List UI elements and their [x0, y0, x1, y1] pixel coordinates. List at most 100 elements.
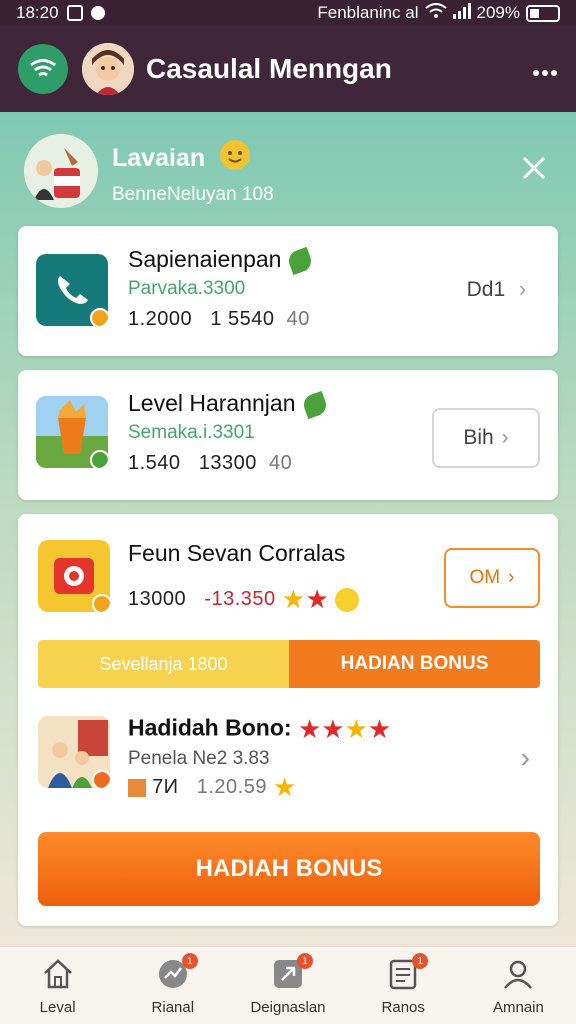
more-dots-icon[interactable] [532, 54, 558, 85]
stat-value: 40 [268, 452, 293, 474]
stat-value: 13000 [128, 587, 187, 610]
app-title: Casaulal Menngan [146, 53, 392, 84]
sync-icon [90, 6, 105, 20]
task-card-2[interactable]: Level Harannjan Semaka.i.3301 1.540 1330… [18, 370, 558, 500]
person-icon [501, 957, 535, 991]
nav-label: Rianal [151, 999, 195, 1016]
nav-item-rianal[interactable]: 1 Rianal [115, 947, 230, 1024]
star-icon: ★ [321, 714, 345, 744]
avatar[interactable] [82, 43, 134, 95]
document-icon: 1 [386, 953, 429, 991]
chevron-right-icon[interactable]: › [521, 742, 530, 774]
status-carrier: Fenblaninc al [317, 3, 419, 22]
profile-header: Lavaian BenneNeluyan 108 [24, 132, 554, 212]
nav-label: Deignaslan [250, 999, 326, 1016]
task-stats: 1.2000 1 5540 40 [128, 308, 310, 331]
battery-icon [526, 4, 560, 22]
nav-label: Amnain [492, 999, 544, 1016]
stat-value: 1.20.59 [196, 775, 267, 798]
coin-icon [335, 587, 360, 612]
progress-bonus-label: HADIAN BONUS [289, 640, 540, 688]
emoji-icon [220, 140, 250, 170]
bonus-subtitle: Penela Ne2 3.83 [128, 748, 270, 769]
bottom-navigation: Leval 1 Rianal 1 Deignaslan 1 Ranos Amna… [0, 946, 576, 1024]
close-icon[interactable] [514, 148, 554, 188]
coin-badge-icon [90, 308, 108, 326]
nav-item-deignaslan[interactable]: 1 Deignaslan [230, 947, 345, 1024]
star-icon: ★ [344, 714, 368, 744]
action-label: Dd1 [466, 278, 506, 301]
task-subtitle: Parvaka.3300 [128, 278, 246, 299]
box-icon [128, 778, 146, 797]
task-title: Sapienaienpan [128, 246, 315, 276]
phone-app-icon [36, 254, 108, 326]
notification-badge: 1 [412, 953, 429, 969]
stat-value: 1 5540 [210, 308, 275, 330]
nav-item-ranos[interactable]: 1 Ranos [346, 947, 461, 1024]
task-action-button[interactable]: ОМ › [444, 548, 540, 608]
action-label: ОМ [469, 567, 501, 588]
home-icon [41, 957, 75, 991]
chevron-right-icon: › [508, 567, 515, 588]
stat-value: 7И [152, 775, 179, 798]
leaf-icon [286, 246, 315, 276]
task-title-text: Sapienaienpan [128, 246, 282, 272]
stat-value: 1.540 [128, 452, 181, 474]
task-action-button[interactable]: Dd1 › [467, 278, 526, 302]
task-title-text: Level Harannjan [128, 390, 296, 416]
main-content: Lavaian BenneNeluyan 108 Sapienaienpan P… [0, 112, 576, 946]
action-label: Bih [463, 426, 494, 449]
task-title: Level Harannjan [128, 390, 329, 420]
wifi-icon [424, 2, 447, 24]
task-action-button[interactable]: Bih › [432, 408, 540, 468]
signal-icon [452, 2, 471, 24]
task-stats: 13000 -13.350 ★★ [128, 584, 360, 615]
bonus-badge-icon [92, 770, 110, 788]
nav-item-amnain[interactable]: Amnain [461, 947, 576, 1024]
notification-badge: 1 [297, 953, 313, 969]
profile-subtitle: BenneNeluyan 108 [112, 184, 274, 205]
leaf-badge-icon [90, 450, 108, 468]
arrow-box-icon: 1 [271, 953, 313, 991]
wifi-menu-icon[interactable] [18, 44, 68, 94]
check-badge-icon [92, 594, 110, 612]
app-bar: Casaulal Menngan [0, 26, 576, 112]
hadiah-bonus-button[interactable]: HADIAH BONUS [38, 832, 540, 906]
bonus-stats: 7И 1.20.59 ★ [128, 772, 297, 803]
bonus-title: Hadidah Bono: ★★★★ [128, 714, 391, 745]
camera-app-icon [38, 540, 110, 612]
star-icon: ★ [297, 714, 322, 744]
star-icon: ★ [281, 584, 306, 614]
star-icon: ★ [273, 772, 297, 802]
stat-value: -13.350 [204, 587, 276, 610]
notification-badge: 1 [181, 953, 198, 969]
bonus-title-text: Hadidah Bono: [128, 714, 292, 741]
task-card-3: Feun Sevan Corralas 13000 -13.350 ★★ ОМ … [18, 514, 558, 926]
progress-fill: Sevellanja 1800 [38, 640, 289, 688]
bonus-thumbnail [38, 716, 110, 788]
task-stats: 1.540 13300 40 [128, 452, 292, 475]
stat-value: 1.2000 [128, 308, 193, 330]
profile-name: Lavaian [112, 144, 206, 172]
task-title: Feun Sevan Corralas [128, 540, 346, 566]
leaf-icon [300, 390, 329, 420]
task-subtitle: Semaka.i.3301 [128, 422, 255, 443]
chart-icon: 1 [156, 953, 198, 991]
status-time: 18:20 [16, 3, 59, 22]
task-card-1[interactable]: Sapienaienpan Parvaka.3300 1.2000 1 5540… [18, 226, 558, 356]
status-bar: 18:20 Fenblaninc al 209% [0, 0, 576, 26]
stat-value: 40 [286, 308, 310, 330]
nav-item-leval[interactable]: Leval [0, 947, 115, 1024]
profile-avatar[interactable] [24, 134, 98, 208]
level-thumbnail [36, 396, 108, 468]
notification-icon [66, 5, 83, 21]
nav-label: Leval [39, 999, 76, 1016]
nav-label: Ranos [381, 999, 425, 1016]
chevron-right-icon: › [501, 426, 509, 449]
star-icon: ★ [367, 714, 392, 744]
bonus-progress-bar[interactable]: Sevellanja 1800 HADIAN BONUS [38, 640, 540, 688]
status-battery-text: 209% [476, 3, 520, 22]
chevron-right-icon: › [519, 278, 526, 301]
stat-value: 13300 [198, 452, 257, 474]
star-icon: ★ [305, 584, 330, 614]
